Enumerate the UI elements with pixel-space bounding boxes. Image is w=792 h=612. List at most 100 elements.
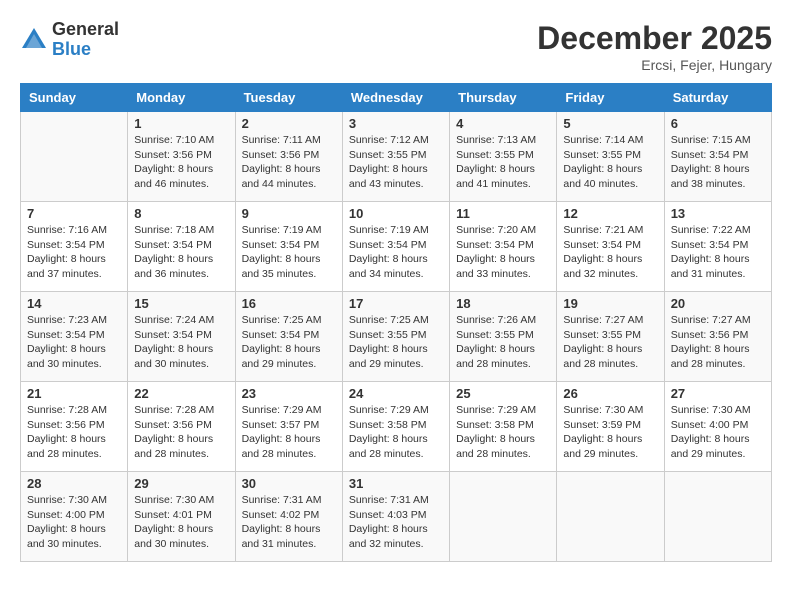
day-number: 1	[134, 116, 228, 131]
calendar-cell	[557, 472, 664, 562]
logo-general: General	[52, 20, 119, 40]
day-info: Sunrise: 7:29 AM Sunset: 3:57 PM Dayligh…	[242, 403, 336, 462]
calendar-cell: 23 Sunrise: 7:29 AM Sunset: 3:57 PM Dayli…	[235, 382, 342, 472]
calendar-body: 1 Sunrise: 7:10 AM Sunset: 3:56 PM Daylig…	[21, 112, 772, 562]
calendar-cell: 19 Sunrise: 7:27 AM Sunset: 3:55 PM Dayli…	[557, 292, 664, 382]
day-number: 2	[242, 116, 336, 131]
calendar-cell	[450, 472, 557, 562]
calendar-cell: 13 Sunrise: 7:22 AM Sunset: 3:54 PM Dayli…	[664, 202, 771, 292]
day-info: Sunrise: 7:23 AM Sunset: 3:54 PM Dayligh…	[27, 313, 121, 372]
weekday-header: Wednesday	[342, 84, 449, 112]
day-number: 7	[27, 206, 121, 221]
calendar-cell: 2 Sunrise: 7:11 AM Sunset: 3:56 PM Daylig…	[235, 112, 342, 202]
day-number: 28	[27, 476, 121, 491]
calendar-cell: 12Sunrise: 7:21 AM Sunset: 3:54 PM Dayli…	[557, 202, 664, 292]
calendar-cell: 9Sunrise: 7:19 AM Sunset: 3:54 PM Daylig…	[235, 202, 342, 292]
calendar-cell: 14Sunrise: 7:23 AM Sunset: 3:54 PM Dayli…	[21, 292, 128, 382]
day-number: 6	[671, 116, 765, 131]
day-number: 4	[456, 116, 550, 131]
day-number: 25	[456, 386, 550, 401]
day-number: 5	[563, 116, 657, 131]
day-number: 10	[349, 206, 443, 221]
day-number: 12	[563, 206, 657, 221]
calendar-cell: 27 Sunrise: 7:30 AM Sunset: 4:00 PM Dayli…	[664, 382, 771, 472]
day-number: 27	[671, 386, 765, 401]
calendar-cell: 20 Sunrise: 7:27 AM Sunset: 3:56 PM Dayli…	[664, 292, 771, 382]
calendar-cell: 17 Sunrise: 7:25 AM Sunset: 3:55 PM Dayli…	[342, 292, 449, 382]
calendar-cell: 28Sunrise: 7:30 AM Sunset: 4:00 PM Dayli…	[21, 472, 128, 562]
day-number: 31	[349, 476, 443, 491]
day-number: 23	[242, 386, 336, 401]
calendar-cell: 10Sunrise: 7:19 AM Sunset: 3:54 PM Dayli…	[342, 202, 449, 292]
calendar-week-row: 7 Sunrise: 7:16 AM Sunset: 3:54 PM Daylig…	[21, 202, 772, 292]
day-info: Sunrise: 7:22 AM Sunset: 3:54 PM Dayligh…	[671, 223, 765, 282]
day-info: Sunrise: 7:28 AM Sunset: 3:56 PM Dayligh…	[27, 403, 121, 462]
calendar-cell: 16Sunrise: 7:25 AM Sunset: 3:54 PM Dayli…	[235, 292, 342, 382]
day-info: Sunrise: 7:27 AM Sunset: 3:56 PM Dayligh…	[671, 313, 765, 372]
calendar-cell: 29 Sunrise: 7:30 AM Sunset: 4:01 PM Dayli…	[128, 472, 235, 562]
calendar-cell: 6 Sunrise: 7:15 AM Sunset: 3:54 PM Daylig…	[664, 112, 771, 202]
day-number: 19	[563, 296, 657, 311]
day-info: Sunrise: 7:16 AM Sunset: 3:54 PM Dayligh…	[27, 223, 121, 282]
day-info: Sunrise: 7:24 AM Sunset: 3:54 PM Dayligh…	[134, 313, 228, 372]
day-info: Sunrise: 7:27 AM Sunset: 3:55 PM Dayligh…	[563, 313, 657, 372]
day-info: Sunrise: 7:29 AM Sunset: 3:58 PM Dayligh…	[349, 403, 443, 462]
day-info: Sunrise: 7:29 AM Sunset: 3:58 PM Dayligh…	[456, 403, 550, 462]
month-title: December 2025	[537, 20, 772, 57]
logo-blue: Blue	[52, 40, 119, 60]
calendar-cell	[21, 112, 128, 202]
day-number: 11	[456, 206, 550, 221]
day-number: 26	[563, 386, 657, 401]
day-info: Sunrise: 7:15 AM Sunset: 3:54 PM Dayligh…	[671, 133, 765, 192]
day-info: Sunrise: 7:12 AM Sunset: 3:55 PM Dayligh…	[349, 133, 443, 192]
calendar-cell: 18Sunrise: 7:26 AM Sunset: 3:55 PM Dayli…	[450, 292, 557, 382]
day-number: 13	[671, 206, 765, 221]
calendar-header-row: SundayMondayTuesdayWednesdayThursdayFrid…	[21, 84, 772, 112]
weekday-header: Thursday	[450, 84, 557, 112]
day-info: Sunrise: 7:31 AM Sunset: 4:03 PM Dayligh…	[349, 493, 443, 552]
calendar-cell	[664, 472, 771, 562]
day-info: Sunrise: 7:11 AM Sunset: 3:56 PM Dayligh…	[242, 133, 336, 192]
day-info: Sunrise: 7:13 AM Sunset: 3:55 PM Dayligh…	[456, 133, 550, 192]
weekday-header: Tuesday	[235, 84, 342, 112]
calendar-cell: 4 Sunrise: 7:13 AM Sunset: 3:55 PM Daylig…	[450, 112, 557, 202]
day-info: Sunrise: 7:18 AM Sunset: 3:54 PM Dayligh…	[134, 223, 228, 282]
day-number: 18	[456, 296, 550, 311]
day-number: 21	[27, 386, 121, 401]
day-info: Sunrise: 7:30 AM Sunset: 4:01 PM Dayligh…	[134, 493, 228, 552]
calendar-cell: 21 Sunrise: 7:28 AM Sunset: 3:56 PM Dayli…	[21, 382, 128, 472]
calendar-week-row: 28Sunrise: 7:30 AM Sunset: 4:00 PM Dayli…	[21, 472, 772, 562]
day-number: 29	[134, 476, 228, 491]
day-number: 17	[349, 296, 443, 311]
calendar-cell: 24 Sunrise: 7:29 AM Sunset: 3:58 PM Dayli…	[342, 382, 449, 472]
location: Ercsi, Fejer, Hungary	[537, 57, 772, 73]
calendar-week-row: 1 Sunrise: 7:10 AM Sunset: 3:56 PM Daylig…	[21, 112, 772, 202]
day-info: Sunrise: 7:28 AM Sunset: 3:56 PM Dayligh…	[134, 403, 228, 462]
page-header: General Blue December 2025 Ercsi, Fejer,…	[20, 20, 772, 73]
calendar-week-row: 21 Sunrise: 7:28 AM Sunset: 3:56 PM Dayli…	[21, 382, 772, 472]
day-number: 24	[349, 386, 443, 401]
day-number: 8	[134, 206, 228, 221]
day-info: Sunrise: 7:30 AM Sunset: 3:59 PM Dayligh…	[563, 403, 657, 462]
day-info: Sunrise: 7:20 AM Sunset: 3:54 PM Dayligh…	[456, 223, 550, 282]
weekday-header: Sunday	[21, 84, 128, 112]
day-info: Sunrise: 7:10 AM Sunset: 3:56 PM Dayligh…	[134, 133, 228, 192]
day-number: 20	[671, 296, 765, 311]
calendar-week-row: 14Sunrise: 7:23 AM Sunset: 3:54 PM Dayli…	[21, 292, 772, 382]
day-info: Sunrise: 7:30 AM Sunset: 4:00 PM Dayligh…	[671, 403, 765, 462]
calendar-table: SundayMondayTuesdayWednesdayThursdayFrid…	[20, 83, 772, 562]
day-info: Sunrise: 7:25 AM Sunset: 3:55 PM Dayligh…	[349, 313, 443, 372]
logo-text: General Blue	[52, 20, 119, 60]
calendar-cell: 5 Sunrise: 7:14 AM Sunset: 3:55 PM Daylig…	[557, 112, 664, 202]
calendar-cell: 22Sunrise: 7:28 AM Sunset: 3:56 PM Dayli…	[128, 382, 235, 472]
day-info: Sunrise: 7:14 AM Sunset: 3:55 PM Dayligh…	[563, 133, 657, 192]
weekday-header: Friday	[557, 84, 664, 112]
day-info: Sunrise: 7:31 AM Sunset: 4:02 PM Dayligh…	[242, 493, 336, 552]
logo-icon	[20, 26, 48, 54]
calendar-cell: 30Sunrise: 7:31 AM Sunset: 4:02 PM Dayli…	[235, 472, 342, 562]
calendar-cell: 25 Sunrise: 7:29 AM Sunset: 3:58 PM Dayli…	[450, 382, 557, 472]
title-block: December 2025 Ercsi, Fejer, Hungary	[537, 20, 772, 73]
calendar-cell: 8 Sunrise: 7:18 AM Sunset: 3:54 PM Daylig…	[128, 202, 235, 292]
day-number: 15	[134, 296, 228, 311]
weekday-header: Monday	[128, 84, 235, 112]
